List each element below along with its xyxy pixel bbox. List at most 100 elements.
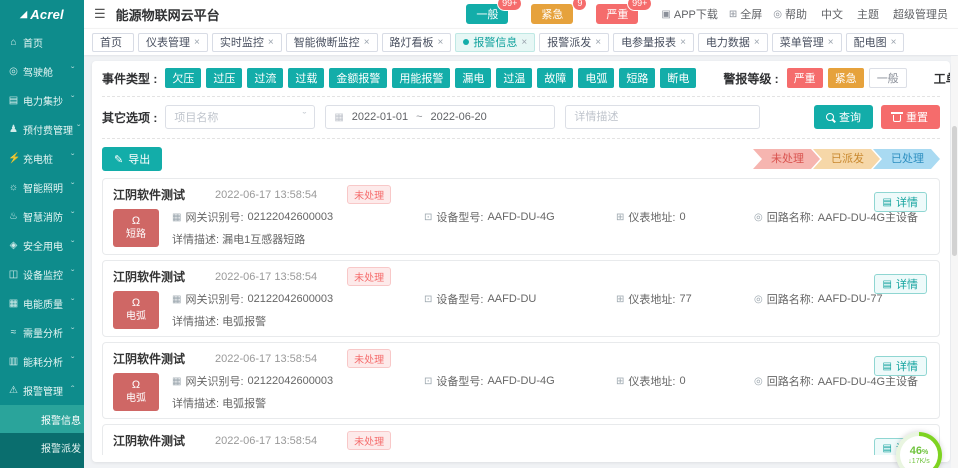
detail-button[interactable]: ▤ 详情	[874, 192, 927, 212]
tab-close-icon[interactable]: ×	[891, 37, 897, 48]
event-type-tag[interactable]: 过温	[496, 68, 532, 88]
sidebar-item[interactable]: ◎ 驾驶舱 ˇ	[0, 57, 84, 86]
tab-close-icon[interactable]: ×	[828, 37, 834, 48]
event-type-tag[interactable]: 故障	[537, 68, 573, 88]
sidebar-item[interactable]: ⚡ 充电桩 ˇ	[0, 144, 84, 173]
tab-close-icon[interactable]: ×	[754, 37, 760, 48]
tab-label: 报警信息	[473, 34, 517, 50]
work-order-status-label: 工单状态 :	[934, 70, 950, 87]
topbar-link[interactable]: 超级管理员	[890, 6, 948, 22]
sidebar-item[interactable]: ⚠ 报警管理 ˆ	[0, 376, 84, 405]
sidebar-item[interactable]: ▥ 能耗分析 ˇ	[0, 347, 84, 376]
brand-logo: ◢ Acrel	[0, 0, 84, 28]
tab[interactable]: 路灯看板 ×	[382, 33, 452, 52]
tab-close-icon[interactable]: ×	[194, 37, 200, 48]
tab[interactable]: 仪表管理 ×	[138, 33, 208, 52]
event-type-tag[interactable]: 用能报警	[392, 68, 450, 88]
sidebar-nav: ⌂ 首页 ◎ 驾驶舱 ˇ ▤ 电力集抄 ˇ ♟	[0, 28, 84, 468]
alarm-level-badge[interactable]: 紧急 9	[531, 4, 573, 24]
sidebar-item-label: 首页	[23, 35, 67, 50]
sidebar-item-label: 报警信息	[41, 412, 81, 427]
event-type-tag[interactable]: 短路	[619, 68, 655, 88]
alarm-level-tag[interactable]: 紧急	[828, 68, 864, 88]
tab-close-icon[interactable]: ×	[680, 37, 686, 48]
tab-close-icon[interactable]: ×	[438, 37, 444, 48]
topbar-link[interactable]: 中文	[818, 6, 843, 22]
tab-close-icon[interactable]: ×	[268, 37, 274, 48]
brand-logo-text: Acrel	[30, 7, 64, 22]
hamburger-icon[interactable]: ☰	[94, 6, 106, 22]
alarm-count-badge: 99+	[627, 0, 652, 11]
export-button[interactable]: ✎ 导出	[102, 147, 162, 171]
project-select[interactable]: 项目名称 ˇ	[165, 105, 315, 129]
sidebar-item[interactable]: ◫ 设备监控 ˇ	[0, 260, 84, 289]
tab[interactable]: 智能微断监控 ×	[286, 33, 378, 52]
sidebar-item[interactable]: ◈ 安全用电 ˇ	[0, 231, 84, 260]
device-model-field: ⊡ 设备型号: AAFD-DU	[424, 291, 616, 307]
tab[interactable]: 配电图 ×	[846, 33, 905, 52]
chevron-down-icon: ˇ	[71, 66, 79, 77]
sidebar-item[interactable]: ☼ 智能照明 ˇ	[0, 173, 84, 202]
event-type-tag[interactable]: 过流	[247, 68, 283, 88]
search-button[interactable]: 查询	[814, 105, 873, 129]
tab[interactable]: 电力数据 ×	[698, 33, 768, 52]
alarm-level-tag[interactable]: 一般	[869, 68, 907, 88]
reset-button[interactable]: 重置	[881, 105, 940, 129]
date-range-picker[interactable]: ▦ 2022-01-01 ~ 2022-06-20	[325, 105, 555, 129]
alarm-level-tag[interactable]: 严重	[787, 68, 823, 88]
event-type-tag[interactable]: 金额报警	[329, 68, 387, 88]
tab-label: 配电图	[854, 34, 887, 50]
detail-button[interactable]: ▤ 详情	[874, 356, 927, 376]
event-type-tag[interactable]: 电弧	[578, 68, 614, 88]
sidebar-item[interactable]: ≈ 需量分析 ˇ	[0, 318, 84, 347]
trash-icon	[893, 115, 901, 122]
meter-icon: ⊞	[616, 212, 624, 223]
sidebar-item[interactable]: 报警处理	[0, 461, 84, 468]
sidebar-item[interactable]: ♟ 预付费管理 ˇ	[0, 115, 84, 144]
sidebar-item[interactable]: ▦ 电能质量 ˇ	[0, 289, 84, 318]
description-value: 电弧报警	[222, 398, 266, 410]
topbar-link[interactable]: 主题	[854, 6, 879, 22]
sidebar-item[interactable]: ♨ 智慧消防 ˇ	[0, 202, 84, 231]
topbar-link[interactable]: ▣ APP下载	[661, 6, 717, 22]
meter-address-label: 仪表地址:	[628, 209, 675, 225]
event-type-tag[interactable]: 断电	[660, 68, 696, 88]
tab-close-icon[interactable]: ×	[595, 37, 601, 48]
alarm-fields: ▦ 网关识别号: 02122042600003 ⊡ 设备型号: AAFD-DU-…	[172, 209, 929, 225]
scrollbar-thumb[interactable]	[952, 126, 957, 256]
tab-close-icon[interactable]: ×	[521, 37, 527, 48]
topbar-link[interactable]: ◎ 帮助	[773, 6, 807, 22]
topbar-link[interactable]: ⊞ 全屏	[729, 6, 762, 22]
event-type-tag[interactable]: 过压	[206, 68, 242, 88]
detail-button[interactable]: ▤ 详情	[874, 274, 927, 294]
status-step-chip[interactable]: 已派发	[813, 149, 880, 169]
tab[interactable]: 报警信息 ×	[455, 33, 535, 52]
alarm-level-badge[interactable]: 严重 99+	[596, 4, 638, 24]
tab[interactable]: 菜单管理 ×	[772, 33, 842, 52]
sidebar-item[interactable]: ⌂ 首页	[0, 28, 84, 57]
event-type-tag[interactable]: 欠压	[165, 68, 201, 88]
sidebar-item[interactable]: 报警派发	[0, 433, 84, 461]
description-input[interactable]	[565, 105, 760, 129]
event-type-tag[interactable]: 漏电	[455, 68, 491, 88]
sidebar-item[interactable]: 报警信息	[0, 405, 84, 433]
scrollbar[interactable]	[951, 56, 958, 468]
event-type-tag[interactable]: 过载	[288, 68, 324, 88]
meter-address-value: 77	[679, 293, 691, 305]
device-model-label: 设备型号:	[436, 373, 483, 389]
tab[interactable]: 首页	[92, 33, 134, 52]
tab[interactable]: 电参量报表 ×	[613, 33, 694, 52]
tab[interactable]: 报警派发 ×	[539, 33, 609, 52]
chevron-down-icon: ˇ	[71, 356, 79, 367]
sidebar-item-label: 设备监控	[23, 267, 67, 282]
alarm-level-badge[interactable]: 一般 99+	[466, 4, 508, 24]
sidebar-item[interactable]: ▤ 电力集抄 ˇ	[0, 86, 84, 115]
chevron-down-icon: ˇ	[77, 124, 80, 135]
status-step-chip[interactable]: 未处理	[753, 149, 820, 169]
tab-label: 仪表管理	[146, 34, 190, 50]
tab-close-icon[interactable]: ×	[364, 37, 370, 48]
device-model-field: ⊡ 设备型号: AAFD-DU-4G	[424, 373, 616, 389]
tab[interactable]: 实时监控 ×	[212, 33, 282, 52]
meter-address-label: 仪表地址:	[628, 291, 675, 307]
status-step-chip[interactable]: 已处理	[873, 149, 940, 169]
